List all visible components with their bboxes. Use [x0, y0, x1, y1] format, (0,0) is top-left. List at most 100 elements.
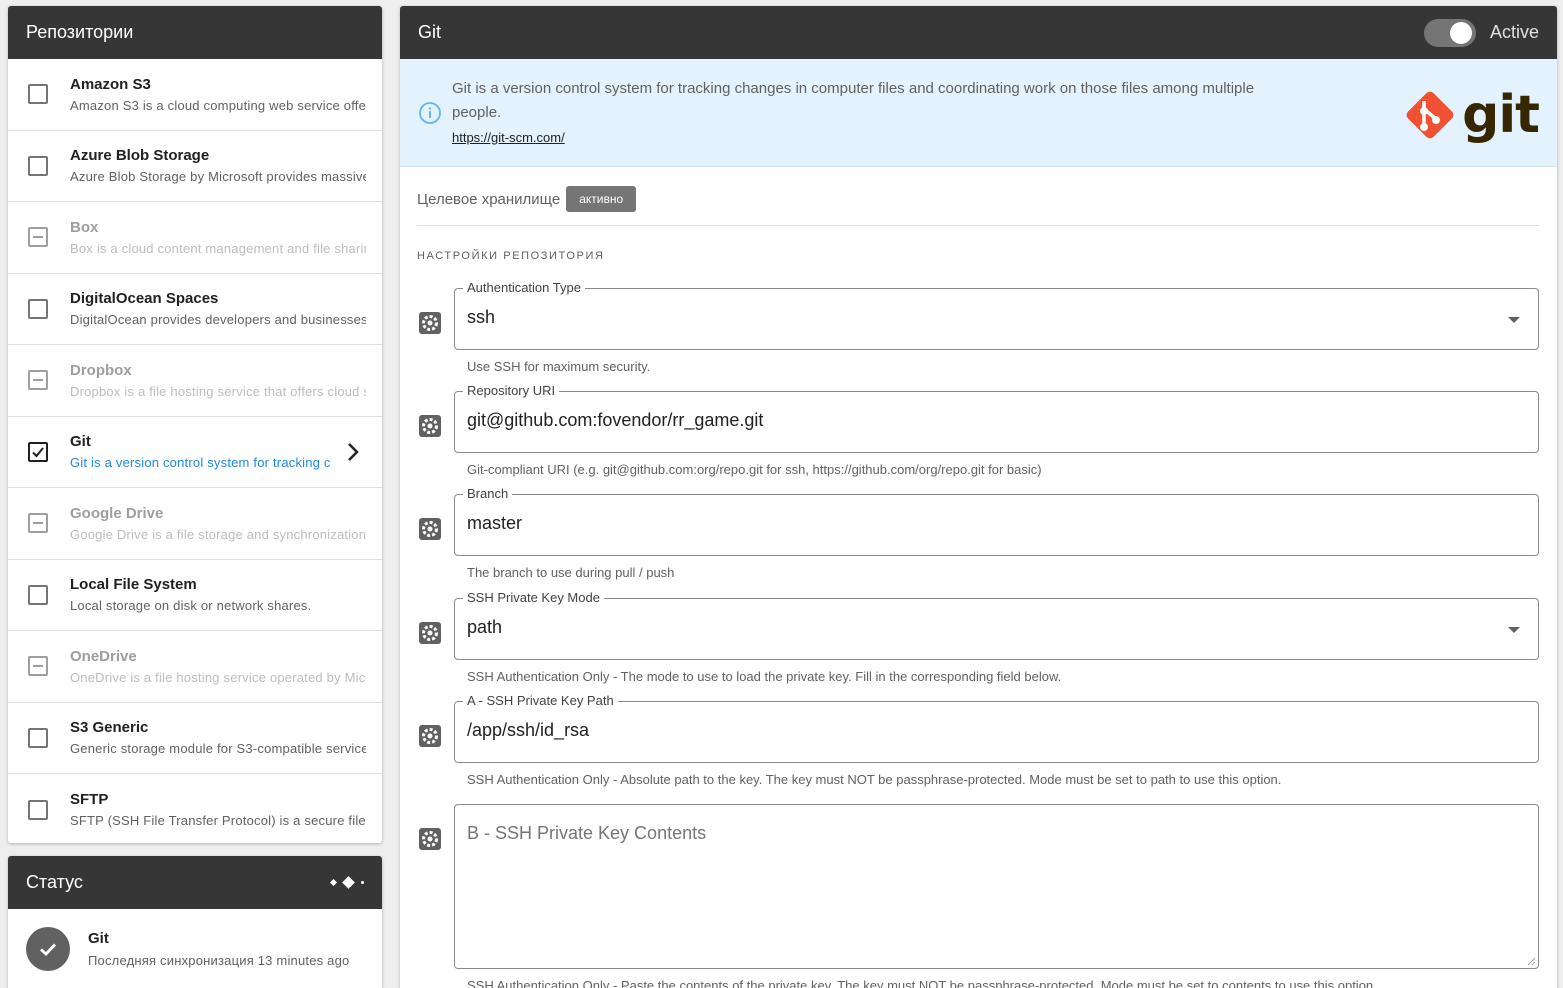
repo-name: Dropbox	[70, 361, 132, 379]
repo-desc: Generic storage module for S3-compatible…	[70, 741, 366, 757]
field-value: path	[467, 617, 503, 637]
repo-name: Azure Blob Storage	[70, 147, 210, 165]
repo-desc: Local storage on disk or network shares.	[70, 598, 312, 614]
git-logo: git	[1402, 85, 1540, 145]
info-banner: Git is a version control system for trac…	[400, 59, 1557, 167]
repo-name: S3 Generic	[70, 719, 149, 737]
info-icon	[419, 102, 441, 124]
repo-checkbox[interactable]	[28, 84, 48, 105]
status-name: Git	[88, 930, 109, 947]
repo-desc: DigitalOcean provides developers and bus…	[70, 312, 366, 328]
info-link[interactable]: https://git-scm.com/	[452, 130, 565, 145]
ssh-key-path-input[interactable]: A - SSH Private Key Path /app/ssh/id_rsa	[454, 693, 1539, 763]
repo-desc: Google Drive is a file storage and synch…	[70, 526, 366, 542]
repo-item-azure-blob[interactable]: Azure Blob Storage Azure Blob Storage by…	[8, 131, 382, 202]
repo-name: Local File System	[70, 576, 197, 594]
field-value: ssh	[467, 307, 496, 327]
field-hint: Git-compliant URI (e.g. git@github.com:o…	[467, 462, 1042, 477]
repo-checkbox[interactable]	[28, 155, 48, 176]
dropdown-arrow-icon	[1508, 317, 1520, 323]
repo-uri-input[interactable]: Repository URI git@github.com:fovendor/r…	[454, 383, 1539, 453]
repo-item-onedrive: OneDrive OneDrive is a file hosting serv…	[8, 631, 382, 703]
gear-icon[interactable]	[417, 826, 443, 852]
gear-icon[interactable]	[417, 723, 443, 749]
repo-name: Amazon S3	[70, 75, 151, 93]
field-value: /app/ssh/id_rsa	[467, 720, 590, 740]
repo-name: OneDrive	[70, 647, 137, 665]
divider	[417, 225, 1539, 226]
field-label: Branch	[463, 486, 513, 501]
panel-header: Git Active	[400, 6, 1557, 59]
status-badge: активно	[566, 186, 637, 212]
field-hint: Use SSH for maximum security.	[467, 359, 651, 374]
loading-dots-icon	[329, 876, 364, 889]
repo-desc: SFTP (SSH File Transfer Protocol) is a s…	[70, 813, 366, 829]
dropdown-arrow-icon	[1508, 627, 1520, 633]
repo-item-local-fs[interactable]: Local File System Local storage on disk …	[8, 560, 382, 631]
repo-item-git[interactable]: Git Git is a version control system for …	[8, 417, 382, 488]
repo-item-s3-generic[interactable]: S3 Generic Generic storage module for S3…	[8, 703, 382, 774]
repo-checkbox	[28, 656, 48, 677]
repo-item-sftp[interactable]: SFTP SFTP (SSH File Transfer Protocol) i…	[8, 774, 382, 843]
target-storage-row: Целевое хранилище активно	[417, 186, 637, 212]
field-hint: SSH Authentication Only - Absolute path …	[467, 772, 1282, 787]
chevron-right-icon[interactable]	[346, 441, 360, 463]
repo-desc: Azure Blob Storage by Microsoft provides…	[70, 169, 366, 185]
repo-settings-panel: Git Active Git is a version control syst…	[400, 6, 1557, 988]
field-label: Repository URI	[463, 383, 560, 398]
git-logo-word: git	[1462, 85, 1540, 145]
repo-desc: Amazon S3 is a cloud computing web servi…	[70, 97, 366, 113]
status-row: Git Последняя синхронизация 13 minutes a…	[8, 909, 382, 988]
status-desc: Последняя синхронизация 13 minutes ago	[88, 953, 350, 968]
field-value: master	[467, 513, 523, 533]
repo-item-google-drive: Google Drive Google Drive is a file stor…	[8, 488, 382, 560]
status-header: Статус	[8, 856, 382, 909]
branch-input[interactable]: Branch master	[454, 486, 1539, 556]
repo-name: Google Drive	[70, 504, 164, 522]
repo-checkbox	[28, 370, 48, 391]
field-value: git@github.com:fovendor/rr_game.git	[467, 410, 764, 430]
repo-checkbox-checked[interactable]	[28, 441, 48, 462]
ssh-key-mode-select[interactable]: SSH Private Key Mode path	[454, 590, 1539, 660]
repo-desc: Git is a version control system for trac…	[70, 455, 330, 471]
check-icon	[32, 447, 44, 458]
repo-name: DigitalOcean Spaces	[70, 290, 219, 308]
panel-title: Git	[418, 22, 442, 42]
repo-checkbox[interactable]	[28, 799, 48, 820]
active-toggle-label: Active	[1489, 22, 1539, 42]
repo-checkbox	[28, 513, 48, 534]
field-hint: SSH Authentication Only - Paste the cont…	[467, 978, 1377, 988]
active-toggle[interactable]	[1423, 18, 1476, 47]
repo-checkbox[interactable]	[28, 727, 48, 748]
field-label: SSH Private Key Mode	[463, 590, 604, 605]
field-label: Authentication Type	[463, 280, 585, 295]
gear-icon[interactable]	[417, 413, 443, 439]
section-title: НАСТРОЙКИ РЕПОЗИТОРИЯ	[417, 250, 605, 262]
git-logo-icon	[1406, 91, 1454, 139]
field-hint: SSH Authentication Only - The mode to us…	[467, 669, 1062, 684]
status-card: Статус Git Последняя синхронизация 13 mi…	[8, 856, 382, 988]
repo-item-dropbox: Dropbox Dropbox is a file hosting servic…	[8, 345, 382, 417]
repo-name: SFTP	[70, 791, 109, 809]
info-text: Git is a version control system for trac…	[452, 80, 1255, 121]
gear-icon[interactable]	[417, 516, 443, 542]
repo-checkbox[interactable]	[28, 298, 48, 319]
field-placeholder: B - SSH Private Key Contents	[467, 823, 707, 843]
target-storage-label: Целевое хранилище	[417, 190, 561, 208]
gear-icon[interactable]	[417, 310, 443, 336]
status-title: Статус	[26, 872, 83, 892]
repositories-header: Репозитории	[8, 6, 382, 59]
repo-item-amazon-s3[interactable]: Amazon S3 Amazon S3 is a cloud computing…	[8, 59, 382, 131]
field-hint: The branch to use during pull / push	[467, 565, 675, 580]
repo-name: Git	[70, 433, 91, 451]
check-circle-icon	[26, 927, 70, 971]
ssh-key-contents-textarea[interactable]: B - SSH Private Key Contents	[454, 804, 1539, 969]
repo-desc: Box is a cloud content management and fi…	[70, 240, 366, 256]
auth-type-select[interactable]: Authentication Type ssh	[454, 280, 1539, 350]
repositories-title: Репозитории	[26, 22, 134, 42]
gear-icon[interactable]	[417, 620, 443, 646]
repo-item-box: Box Box is a cloud content management an…	[8, 202, 382, 274]
resize-handle-icon[interactable]	[1526, 956, 1536, 966]
repo-checkbox[interactable]	[28, 584, 48, 605]
repo-item-digitalocean[interactable]: DigitalOcean Spaces DigitalOcean provide…	[8, 274, 382, 345]
